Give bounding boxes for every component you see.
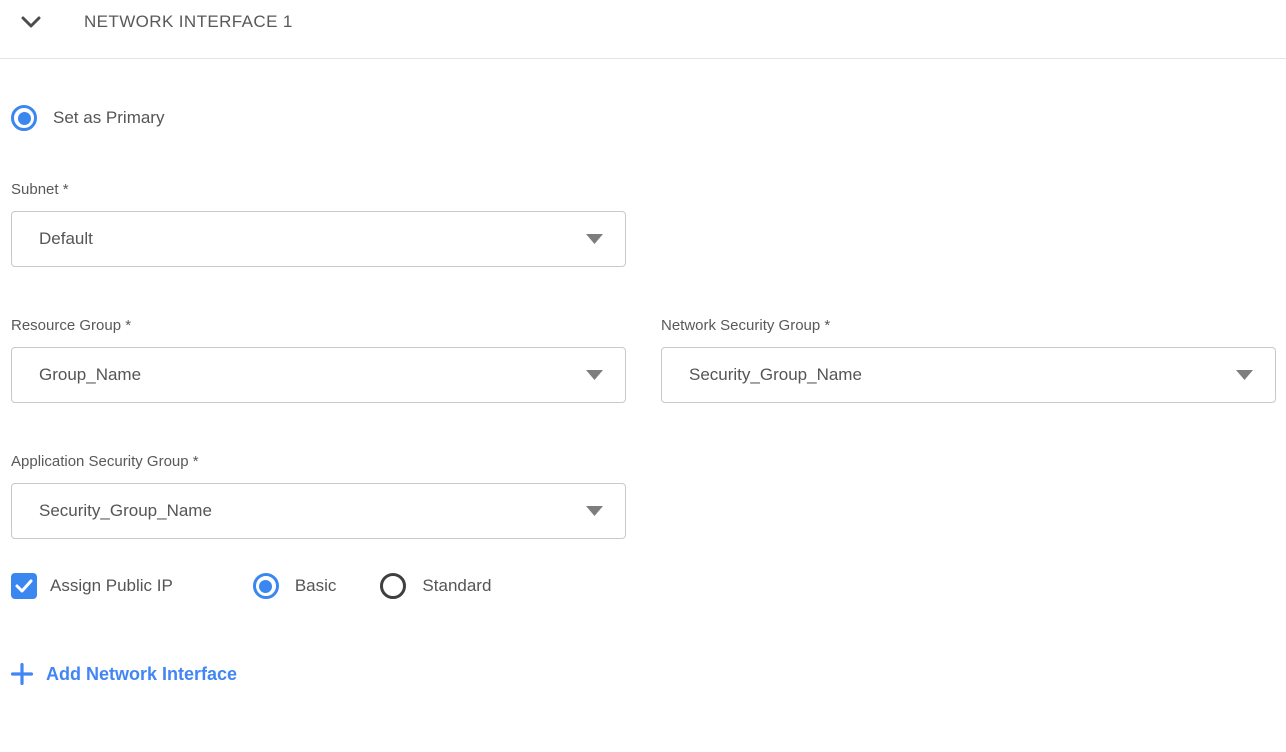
resource-group-label: Resource Group * xyxy=(11,317,626,334)
assign-public-ip-checkbox[interactable] xyxy=(11,573,37,599)
plus-icon xyxy=(11,663,33,685)
section-title: NETWORK INTERFACE 1 xyxy=(84,12,293,32)
public-ip-options-row: Assign Public IP Basic Standard xyxy=(11,573,1276,599)
network-security-group-label: Network Security Group * xyxy=(661,317,1276,334)
network-security-group-selected-value: Security_Group_Name xyxy=(689,365,862,385)
resource-group-select[interactable]: Group_Name xyxy=(11,347,626,403)
header-divider xyxy=(0,58,1286,59)
subnet-field: Subnet * Default xyxy=(11,181,1276,267)
set-as-primary-option[interactable]: Set as Primary xyxy=(11,105,1276,131)
subnet-select[interactable]: Default xyxy=(11,211,626,267)
check-icon xyxy=(15,579,33,593)
application-security-group-label: Application Security Group * xyxy=(11,453,1276,470)
caret-down-icon xyxy=(586,506,603,516)
subnet-label: Subnet * xyxy=(11,181,1276,198)
assign-public-ip-label: Assign Public IP xyxy=(50,576,173,596)
application-security-group-field: Application Security Group * Security_Gr… xyxy=(11,453,1276,539)
standard-option[interactable]: Standard xyxy=(380,573,491,599)
basic-option[interactable]: Basic xyxy=(253,573,337,599)
standard-radio[interactable] xyxy=(380,573,406,599)
form-content: Set as Primary Subnet * Default Resource… xyxy=(0,105,1286,685)
set-as-primary-label: Set as Primary xyxy=(53,108,164,128)
application-security-group-selected-value: Security_Group_Name xyxy=(39,501,212,521)
basic-label: Basic xyxy=(295,576,337,596)
network-interface-panel: NETWORK INTERFACE 1 Set as Primary Subne… xyxy=(0,0,1286,752)
group-fields-row: Resource Group * Group_Name Network Secu… xyxy=(11,267,1276,403)
basic-radio[interactable] xyxy=(253,573,279,599)
application-security-group-select[interactable]: Security_Group_Name xyxy=(11,483,626,539)
add-network-interface-label: Add Network Interface xyxy=(46,664,237,685)
caret-down-icon xyxy=(1236,370,1253,380)
network-security-group-field: Network Security Group * Security_Group_… xyxy=(661,317,1276,403)
caret-down-icon xyxy=(586,234,603,244)
network-security-group-select[interactable]: Security_Group_Name xyxy=(661,347,1276,403)
caret-down-icon xyxy=(586,370,603,380)
subnet-selected-value: Default xyxy=(39,229,93,249)
section-header: NETWORK INTERFACE 1 xyxy=(0,0,1286,32)
standard-label: Standard xyxy=(422,576,491,596)
resource-group-selected-value: Group_Name xyxy=(39,365,141,385)
chevron-down-icon[interactable] xyxy=(21,15,41,29)
set-as-primary-radio[interactable] xyxy=(11,105,37,131)
add-network-interface-link[interactable]: Add Network Interface xyxy=(11,663,237,685)
resource-group-field: Resource Group * Group_Name xyxy=(11,317,626,403)
